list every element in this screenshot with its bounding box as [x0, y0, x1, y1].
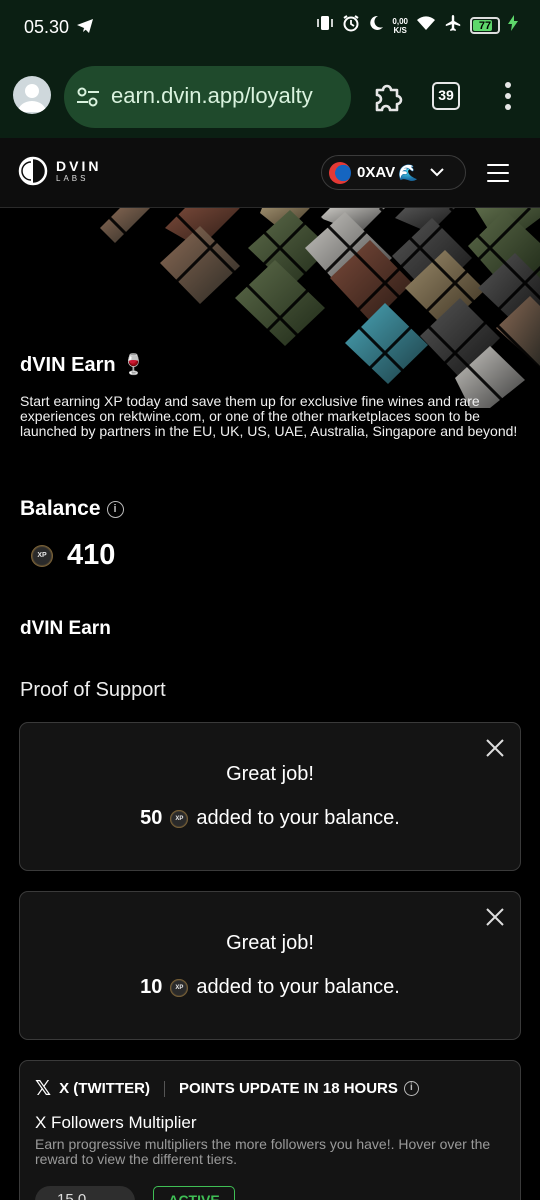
balance-value: 410: [67, 539, 116, 571]
do-not-disturb-moon-icon: [368, 15, 384, 36]
task-name: X Followers Multiplier: [35, 1113, 197, 1132]
xp-coin-icon: XP: [170, 809, 189, 828]
alarm-icon: [342, 14, 360, 37]
wine-photo-collage: [48, 208, 540, 408]
status-icons: 0,00 K/S 77: [316, 14, 518, 37]
browser-menu-button[interactable]: [498, 82, 518, 112]
close-icon[interactable]: [484, 906, 506, 928]
notification-heading: Great job!: [226, 763, 314, 785]
chevron-down-icon: [430, 164, 444, 182]
info-icon[interactable]: i: [403, 1081, 419, 1096]
wifi-icon: [416, 15, 436, 36]
dvin-logo-icon: [18, 156, 48, 186]
task-description: Earn progressive multipliers the more fo…: [35, 1136, 491, 1167]
page-title: dVIN Earn 🍷: [20, 354, 147, 376]
reward-pill[interactable]: 15.0: [35, 1186, 135, 1200]
airplane-icon: [444, 14, 462, 37]
dvin-labs-logo[interactable]: DVIN LABS: [18, 156, 101, 186]
logo-sub-text: LABS: [56, 173, 89, 183]
reward-notification-card: Great job! 50 XP added to your balance.: [19, 722, 521, 871]
reward-value: 15.0: [57, 1191, 87, 1200]
notification-heading: Great job!: [226, 932, 314, 954]
status-bar: 05.30 0,00 K/S 77: [0, 0, 540, 56]
wallet-name: 0XAV: [357, 164, 396, 181]
telegram-icon: [76, 17, 94, 40]
person-icon: [18, 84, 46, 112]
x-logo-icon: 𝕏: [35, 1078, 52, 1100]
site-settings-icon[interactable]: [76, 86, 100, 113]
page-description: Start earning XP today and save them up …: [20, 393, 518, 439]
reward-notification-card: Great job! 10 XP added to your balance.: [19, 891, 521, 1040]
proof-of-support-title: Proof of Support: [20, 679, 166, 701]
status-badge: ACTIVE: [153, 1186, 235, 1200]
xp-coin-icon: XP: [170, 978, 189, 997]
extensions-puzzle-icon[interactable]: [371, 79, 407, 120]
task-platform: X (TWITTER): [59, 1080, 150, 1097]
wallet-avatar: [329, 161, 351, 184]
xp-coin-icon: XP: [31, 544, 53, 567]
task-card[interactable]: 𝕏 X (TWITTER) POINTS UPDATE IN 18 HOURS …: [19, 1060, 521, 1200]
url-text[interactable]: earn.dvin.app/loyalty: [111, 83, 313, 109]
info-icon[interactable]: i: [106, 500, 124, 518]
tab-switcher-button[interactable]: 39: [432, 82, 460, 110]
logo-main-text: DVIN: [56, 157, 102, 174]
battery-indicator: 77: [470, 17, 500, 34]
notification-amount: 50: [140, 807, 163, 829]
notification-message: 10 XP added to your balance.: [20, 976, 520, 999]
earn-section-title: dVIN Earn: [20, 618, 111, 639]
balance-heading: Balance i: [20, 497, 124, 521]
charging-bolt-icon: [508, 15, 518, 36]
wallet-account-button[interactable]: 0XAV 🌊: [321, 155, 466, 190]
clock: 05.30: [24, 17, 70, 37]
balance-label: Balance: [20, 497, 101, 520]
hamburger-menu-button[interactable]: [487, 164, 509, 188]
divider: [163, 1080, 165, 1097]
notification-suffix: added to your balance.: [196, 807, 400, 829]
notification-suffix: added to your balance.: [196, 976, 400, 998]
balance-display: XP 410: [31, 539, 115, 572]
notification-message: 50 XP added to your balance.: [20, 807, 520, 830]
profile-avatar-button[interactable]: [13, 76, 51, 114]
browser-toolbar: earn.dvin.app/loyalty 39: [0, 56, 540, 138]
close-icon[interactable]: [484, 737, 506, 759]
wave-emoji: 🌊: [398, 164, 418, 182]
address-bar[interactable]: earn.dvin.app/loyalty: [64, 66, 351, 128]
task-header: 𝕏 X (TWITTER) POINTS UPDATE IN 18 HOURS …: [35, 1076, 419, 1101]
points-update-notice: POINTS UPDATE IN 18 HOURS: [178, 1080, 398, 1097]
notification-amount: 10: [140, 976, 163, 998]
site-header: DVIN LABS 0XAV 🌊: [0, 138, 540, 208]
network-speed: 0,00 K/S: [392, 16, 408, 35]
vibrate-icon: [316, 15, 334, 36]
